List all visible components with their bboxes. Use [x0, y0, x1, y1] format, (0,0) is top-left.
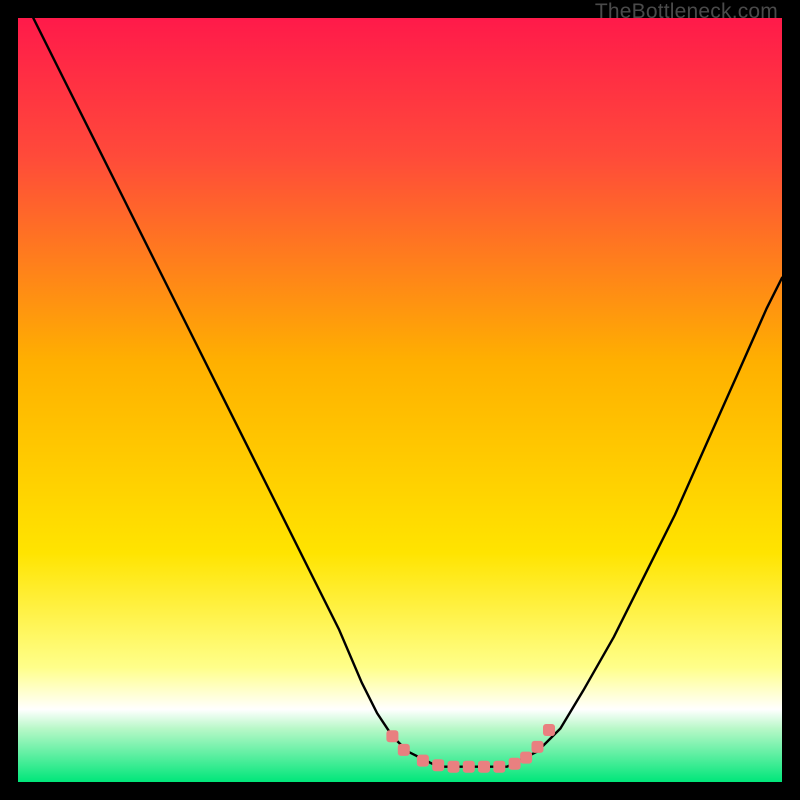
- marker-point: [432, 759, 444, 771]
- marker-point: [417, 755, 429, 767]
- gradient-bg: [18, 18, 782, 782]
- marker-point: [463, 761, 475, 773]
- marker-point: [386, 730, 398, 742]
- marker-point: [509, 758, 521, 770]
- marker-point: [543, 724, 555, 736]
- marker-point: [493, 761, 505, 773]
- marker-point: [532, 741, 544, 753]
- marker-point: [398, 744, 410, 756]
- marker-point: [520, 752, 532, 764]
- bottleneck-chart: [18, 18, 782, 782]
- marker-point: [448, 761, 460, 773]
- marker-point: [478, 761, 490, 773]
- watermark-text: TheBottleneck.com: [595, 0, 778, 24]
